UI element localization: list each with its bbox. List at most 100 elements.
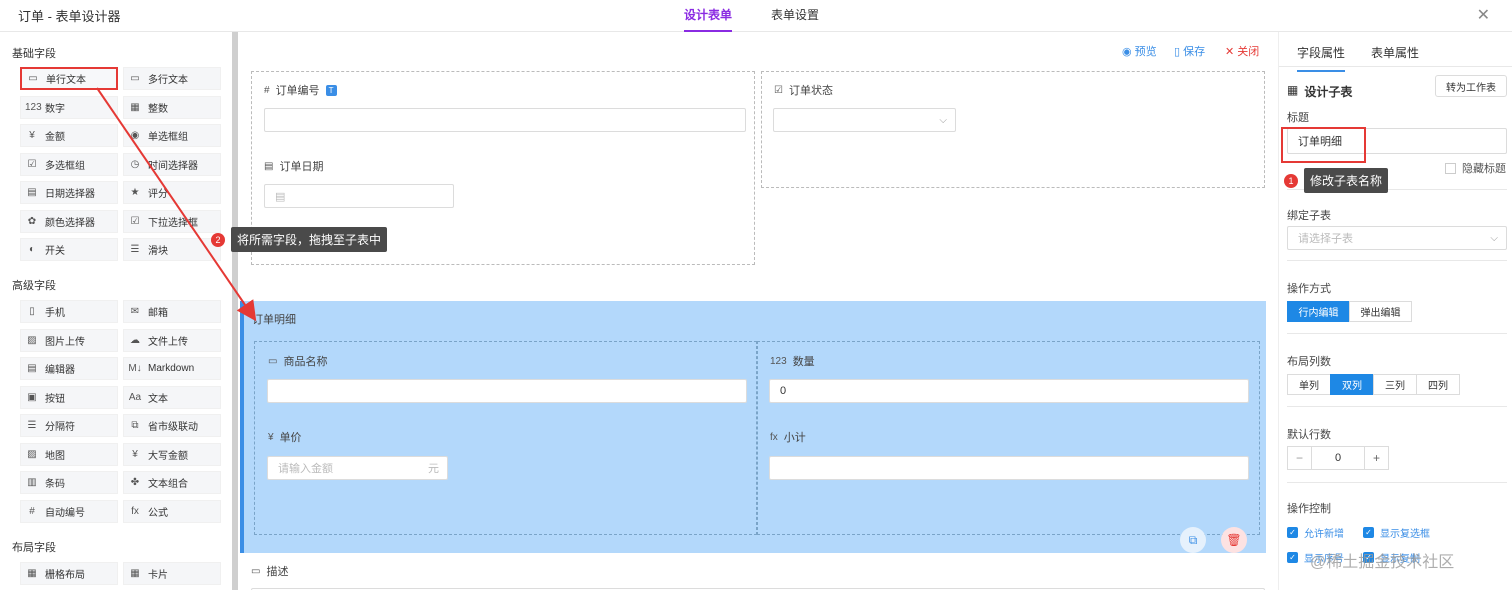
tab-design-form[interactable]: 设计表单 [684,6,733,32]
field-item[interactable]: ◷ 时间选择器 [123,152,221,176]
subtable-cell-right[interactable] [757,341,1260,535]
field-item[interactable]: ▤ 编辑器 [20,357,118,380]
field-item[interactable]: ▭ 单行文本 [20,67,118,90]
field-item[interactable]: ✤ 文本组合 [123,471,221,494]
close-button[interactable]: ✕ 关闭 [1225,43,1259,59]
file-icon: ▯ [1174,46,1184,58]
field-item[interactable]: ☑ 下拉选择框 [123,209,221,233]
show-checkbox-checkbox[interactable]: ✓ 显示复选框 [1363,525,1430,540]
field-item[interactable]: ▯ 手机 [20,300,118,323]
checkbox-icon: ☑ [774,84,783,96]
layout-double[interactable]: 双列 [1330,374,1374,395]
field-item[interactable]: ▤ 日期选择器 [20,181,118,204]
single-line-text-icon: ▭ [268,355,278,367]
calendar-icon: ▤ [275,190,286,203]
order-date-input[interactable]: ▤ [264,184,454,208]
field-item-label: 图片上传 [45,336,85,348]
product-name-input[interactable] [267,379,747,403]
order-no-input[interactable] [264,108,746,132]
bind-subtable-select[interactable]: 请选择子表 ⌵ [1287,226,1507,250]
delete-icon[interactable]: 🗑 [1221,527,1247,553]
op-mode-popup[interactable]: 弹出编辑 [1349,301,1412,322]
slider-icon: ☰ [130,244,140,255]
minus-button[interactable]: − [1288,447,1312,469]
order-no-text: 订单编号 [275,85,320,97]
field-item-label: 日期选择器 [45,189,95,200]
field-item[interactable]: ☑ 多选框组 [20,152,118,176]
field-item[interactable]: M↓ Markdown [123,357,221,380]
upload-icon: ☁ [130,334,140,346]
quantity-input[interactable]: 0 [769,379,1249,403]
field-item[interactable]: ✿ 颜色选择器 [20,209,118,233]
field-item-label: 条码 [45,479,65,490]
field-item-label: 卡片 [148,570,168,581]
field-item[interactable]: ▨ 地图 [20,442,118,466]
field-item-label: 文本组合 [148,479,188,490]
field-item[interactable]: ▦ 整数 [123,95,221,119]
op-mode-inline[interactable]: 行内编辑 [1287,301,1350,322]
field-item[interactable]: ▨ 图片上传 [20,328,118,352]
divider [1287,482,1507,483]
subtable-order-details[interactable]: 订单明细 ▭ 商品名称 123 数量 0 ¥ 单价 请输入金额 元 fx 小计 [240,301,1266,553]
field-item[interactable]: ☰ 滑块 [123,238,221,261]
field-item[interactable]: ▦ 栅格布局 [20,562,118,585]
field-item[interactable]: fx 公式 [123,499,221,523]
field-item[interactable]: ★ 评分 [123,181,221,204]
field-item-label: 文本 [148,393,168,405]
op-mode-label: 操作方式 [1287,283,1331,295]
text-type-badge: T [325,84,337,96]
hide-title-checkbox[interactable]: 隐藏标题 [1445,160,1506,176]
field-item[interactable]: # 自动编号 [20,499,118,523]
field-item[interactable]: ☰ 分隔符 [20,414,118,437]
layout-single[interactable]: 单列 [1287,374,1331,395]
convert-to-worksheet-button[interactable]: 转为工作表 [1435,75,1507,97]
top-bar: 订单 - 表单设计器 设计表单 表单设置 ✕ [0,0,1512,32]
copy-icon[interactable]: ⧉ [1180,527,1206,553]
divider [1287,260,1507,261]
editor-icon: ▤ [27,363,37,374]
field-item[interactable]: ▦ 卡片 [123,562,221,585]
watermark: @稀土掘金技术社区 [1310,554,1455,571]
field-item[interactable]: ◐ 开关 [20,238,118,261]
tab-field-properties[interactable]: 字段属性 [1297,44,1346,72]
phone-icon: ▯ [29,306,35,317]
unit-price-text: 单价 [279,432,302,444]
hide-title-text: 隐藏标题 [1462,163,1506,175]
allow-add-checkbox[interactable]: ✓ 允许新增 [1287,525,1344,540]
layout-triple[interactable]: 三列 [1373,374,1417,395]
subtable-cell-left[interactable] [254,341,757,535]
field-item-label: 栅格布局 [45,570,85,581]
unit-price-placeholder: 请输入金额 [278,463,333,475]
section-title: ▦ 设计子表 [1287,83,1352,100]
field-item-label: 评分 [148,189,168,200]
multi-line-text-icon: ▭ [130,73,140,84]
tab-form-properties[interactable]: 表单属性 [1371,44,1419,61]
unit-price-input[interactable]: 请输入金额 元 [267,456,448,480]
field-item[interactable]: ✉ 邮箱 [123,300,221,323]
field-item[interactable]: ¥ 大写金额 [123,442,221,466]
unit-price-label: ¥ 单价 [268,429,302,445]
field-item-label: 文件上传 [148,336,188,348]
field-item-label: 省市级联动 [148,422,198,433]
default-rows-value[interactable]: 0 [1312,447,1364,469]
field-item[interactable]: ◉ 单选框组 [123,124,221,147]
field-item[interactable]: ☁ 文件上传 [123,328,221,352]
field-item[interactable]: ▭ 多行文本 [123,67,221,90]
image-icon: ▨ [27,334,37,346]
subtable-title: 订单明细 [252,314,296,326]
subtotal-input[interactable] [769,456,1249,480]
field-item[interactable]: ▥ 条码 [20,471,118,494]
field-item[interactable]: ¥ 金额 [20,124,118,147]
radio-icon: ◉ [130,130,140,141]
save-button[interactable]: ▯ 保存 [1174,43,1205,59]
field-item[interactable]: Aa 文本 [123,385,221,409]
field-item[interactable]: ▣ 按钮 [20,385,118,409]
field-item[interactable]: ⧉ 省市级联动 [123,414,221,437]
tab-form-settings[interactable]: 表单设置 [771,6,819,32]
plus-button[interactable]: + [1364,447,1388,469]
field-item[interactable]: 123 数字 [20,95,118,119]
close-icon[interactable]: ✕ [1477,5,1490,25]
order-status-select[interactable]: ⌵ [773,108,956,132]
preview-button[interactable]: ◉ 预览 [1122,43,1157,59]
layout-quad[interactable]: 四列 [1416,374,1460,395]
